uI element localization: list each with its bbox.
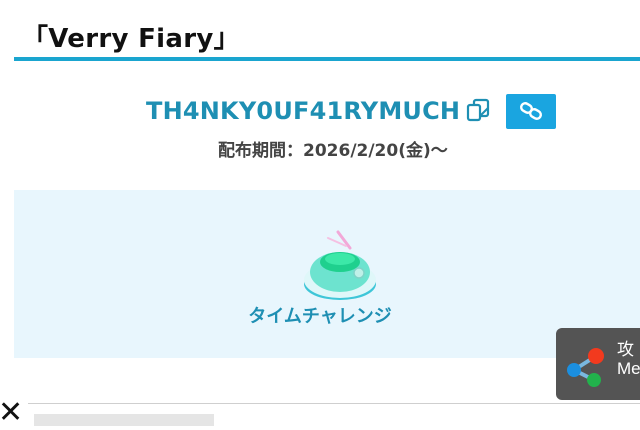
share-link-button[interactable]: [506, 93, 557, 129]
link-icon: [520, 102, 543, 120]
divider: [28, 403, 640, 404]
share-widget[interactable]: 攻 Me: [556, 328, 640, 400]
code-value[interactable]: TH4NKY0UF41RYMUCH: [146, 97, 460, 125]
share-label: 攻 Me: [617, 340, 640, 378]
section-title: 「Verry Fiary」: [22, 24, 240, 54]
share-icon: [567, 348, 604, 387]
distribution-period: 配布期間：2026/2/20(金)〜: [218, 141, 448, 161]
time-challenge-item-icon: [300, 228, 380, 306]
ad-banner-strip: [34, 414, 214, 426]
title-underline: [14, 57, 640, 61]
code-row: TH4NKY0UF41RYMUCH: [146, 93, 557, 129]
reward-label: タイムチャレンジ: [248, 306, 392, 327]
close-ad-icon[interactable]: ✕: [0, 398, 23, 428]
copy-icon[interactable]: [466, 98, 492, 124]
